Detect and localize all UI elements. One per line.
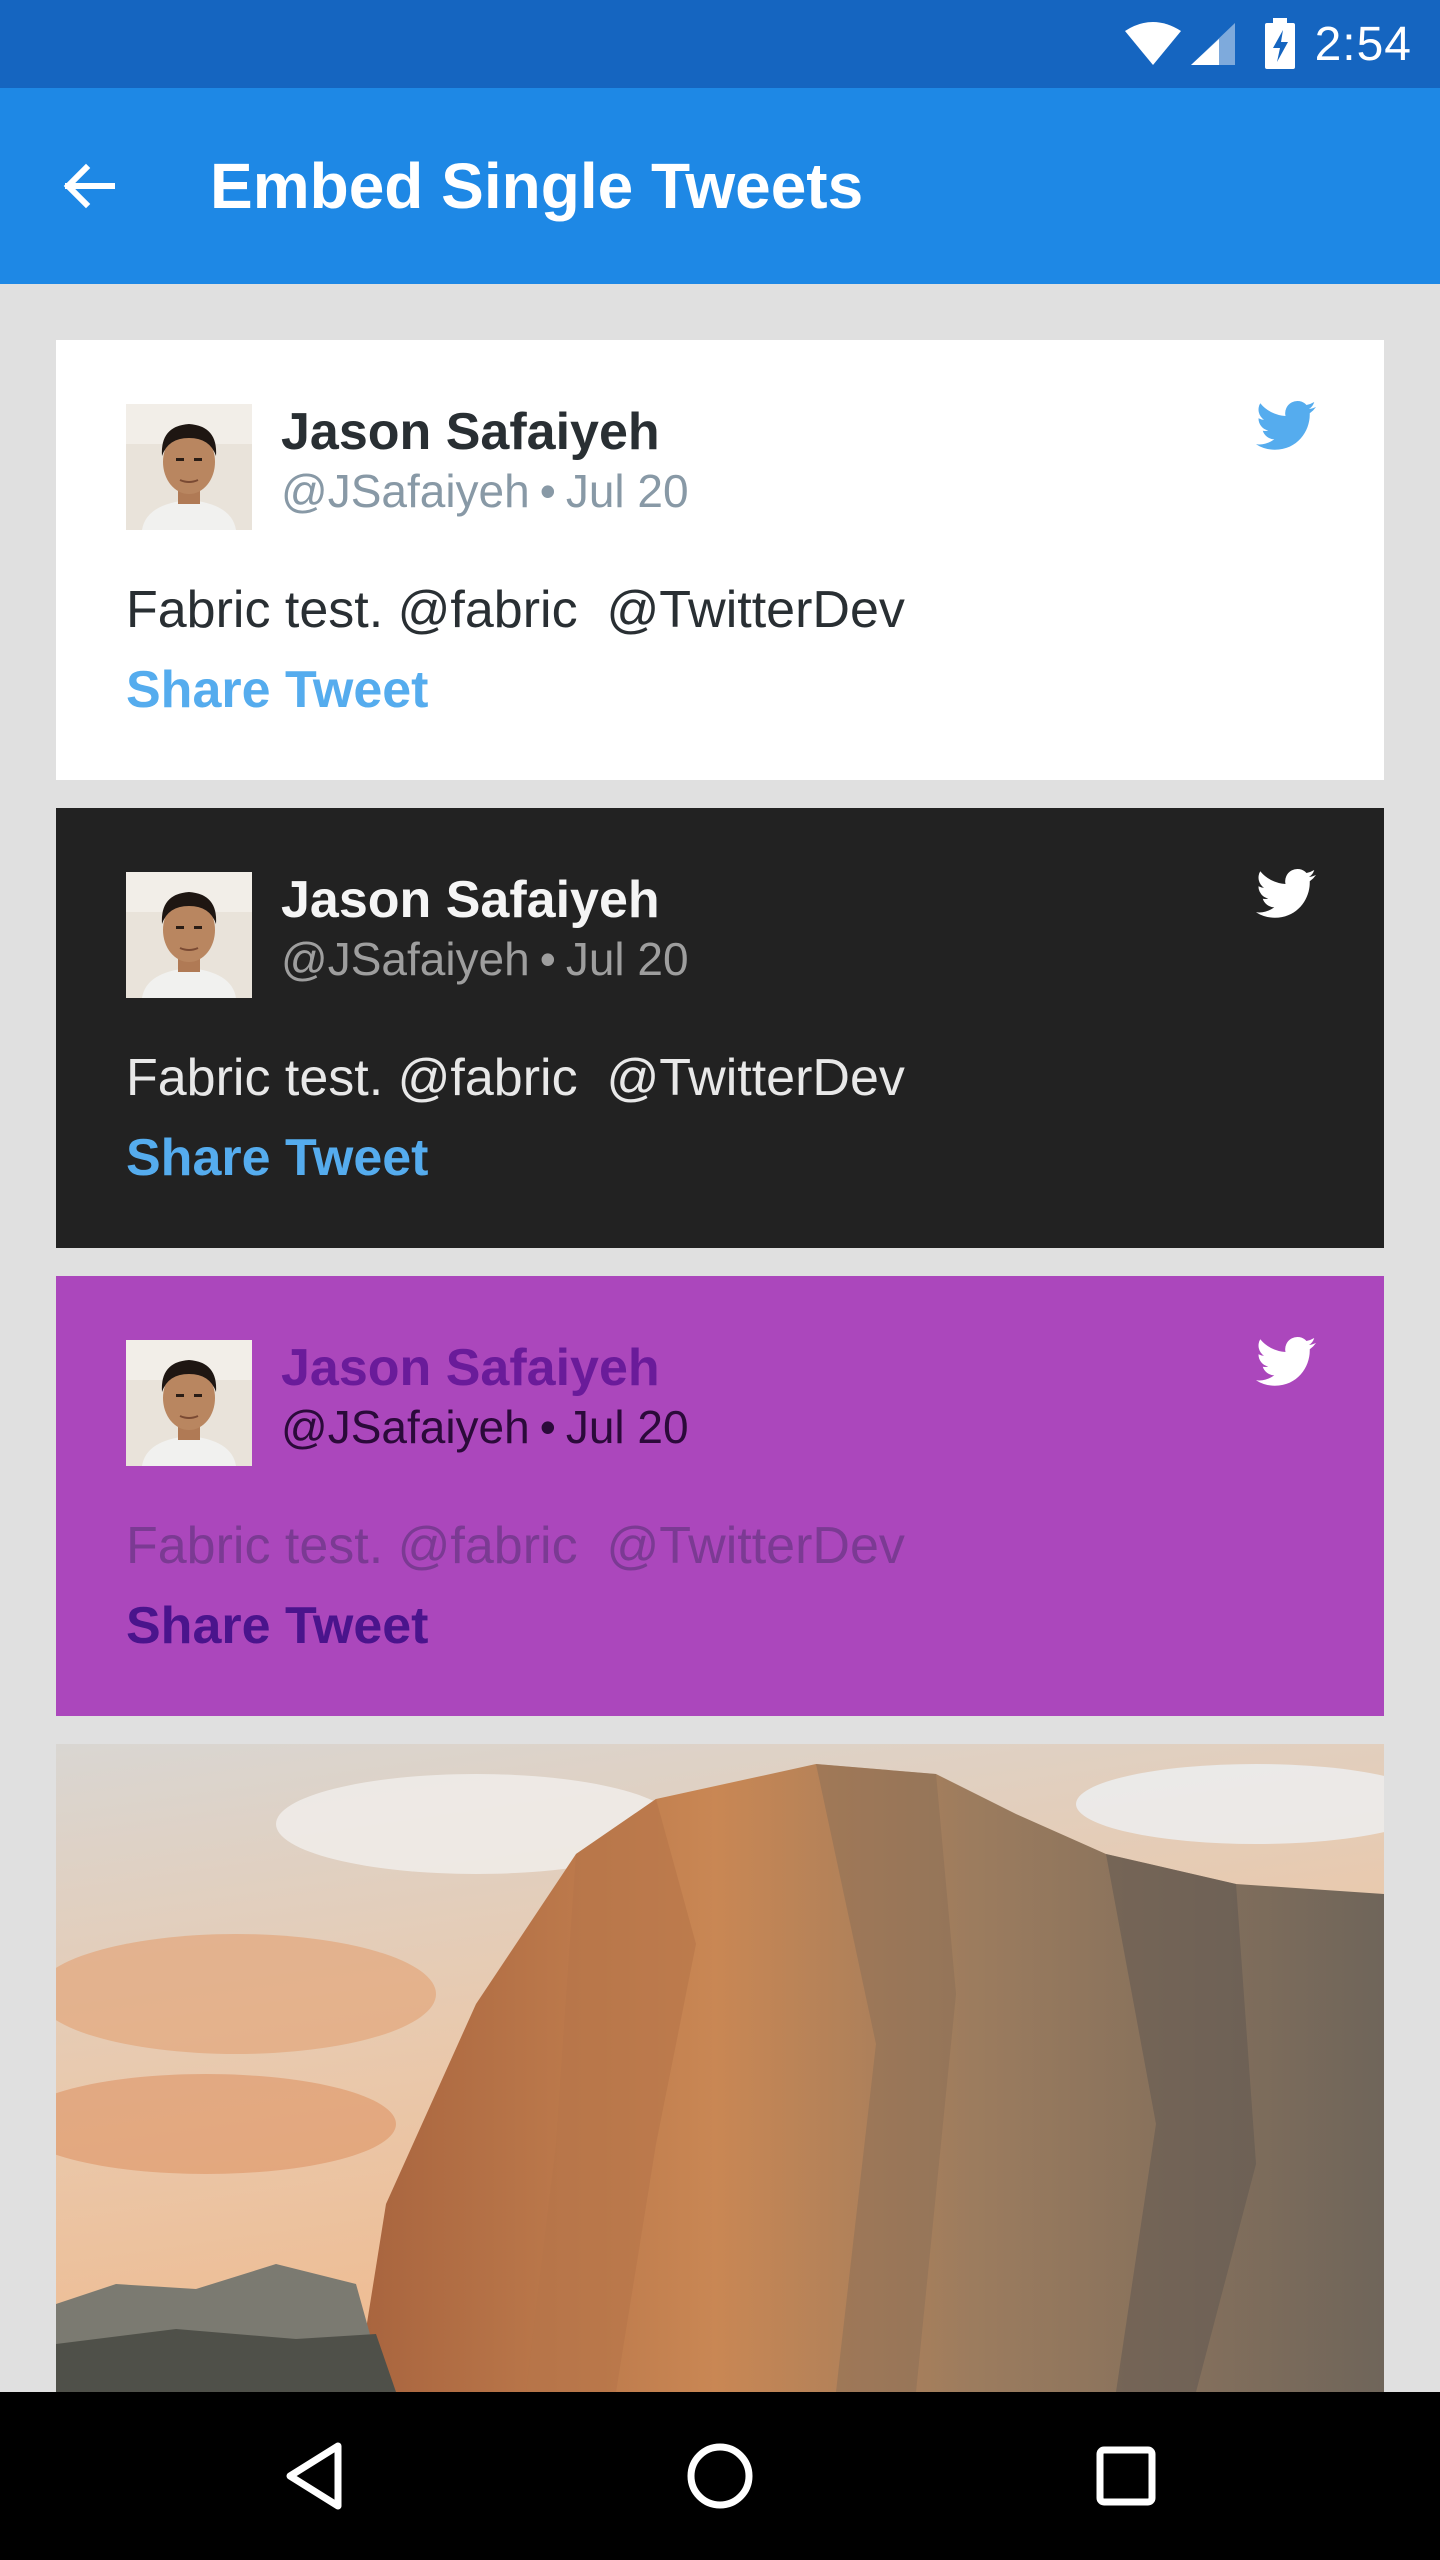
battery-charging-icon xyxy=(1264,18,1295,69)
app-title: Embed Single Tweets xyxy=(210,150,864,222)
tweet-card-purple[interactable]: Jason Safaiyeh @JSafaiyeh • Jul 20 Fabric … xyxy=(56,1276,1384,1716)
tweet-date[interactable]: Jul 20 xyxy=(566,933,689,985)
wifi-icon xyxy=(1124,22,1181,65)
meta-separator: • xyxy=(539,465,556,517)
tweet-date[interactable]: Jul 20 xyxy=(566,465,689,517)
tweet-meta: @JSafaiyeh • Jul 20 xyxy=(281,464,689,518)
recents-square-icon xyxy=(1096,2446,1156,2506)
twitter-bird-icon[interactable] xyxy=(1256,400,1316,452)
nav-home-button[interactable] xyxy=(670,2426,770,2526)
tweet-text: Fabric test. @fabric @TwitterDev xyxy=(126,581,905,639)
avatar[interactable] xyxy=(126,404,252,530)
author-name[interactable]: Jason Safaiyeh xyxy=(281,1338,660,1398)
home-circle-icon xyxy=(687,2443,753,2509)
share-tweet-button[interactable]: Share Tweet xyxy=(126,1128,428,1188)
tweet-card-dark[interactable]: Jason Safaiyeh @JSafaiyeh • Jul 20 Fabric … xyxy=(56,808,1384,1248)
cell-signal-icon xyxy=(1190,23,1235,65)
author-name[interactable]: Jason Safaiyeh xyxy=(281,870,660,930)
tweet-text: Fabric test. @fabric @TwitterDev xyxy=(126,1049,905,1107)
author-handle[interactable]: @JSafaiyeh xyxy=(281,933,530,985)
share-tweet-button[interactable]: Share Tweet xyxy=(126,660,428,720)
author-handle[interactable]: @JSafaiyeh xyxy=(281,465,530,517)
nav-recents-button[interactable] xyxy=(1076,2426,1176,2526)
share-tweet-button[interactable]: Share Tweet xyxy=(126,1596,428,1656)
nav-back-button[interactable] xyxy=(264,2426,364,2526)
tweet-card-light[interactable]: Jason Safaiyeh @JSafaiyeh • Jul 20 Fabric … xyxy=(56,340,1384,780)
cliff-photo xyxy=(56,1744,1384,2392)
avatar[interactable] xyxy=(126,1340,252,1466)
avatar[interactable] xyxy=(126,872,252,998)
tweet-text: Fabric test. @fabric @TwitterDev xyxy=(126,1517,905,1575)
twitter-bird-icon[interactable] xyxy=(1256,1336,1316,1388)
tweet-meta: @JSafaiyeh • Jul 20 xyxy=(281,932,689,986)
author-name[interactable]: Jason Safaiyeh xyxy=(281,402,660,462)
tweet-media-photo[interactable] xyxy=(56,1744,1384,2392)
navigation-bar xyxy=(0,2392,1440,2560)
twitter-bird-icon[interactable] xyxy=(1256,868,1316,920)
tweet-date[interactable]: Jul 20 xyxy=(566,1401,689,1453)
meta-separator: • xyxy=(539,1401,556,1453)
back-triangle-icon xyxy=(286,2442,342,2510)
author-handle[interactable]: @JSafaiyeh xyxy=(281,1401,530,1453)
back-button[interactable] xyxy=(40,138,136,234)
app-bar: Embed Single Tweets xyxy=(0,88,1440,284)
arrow-back-icon xyxy=(63,163,115,209)
tweet-meta: @JSafaiyeh • Jul 20 xyxy=(281,1400,689,1454)
status-bar: 2:54 xyxy=(0,0,1440,88)
status-time: 2:54 xyxy=(1314,17,1412,71)
meta-separator: • xyxy=(539,933,556,985)
status-icons: 2:54 xyxy=(1123,0,1412,88)
